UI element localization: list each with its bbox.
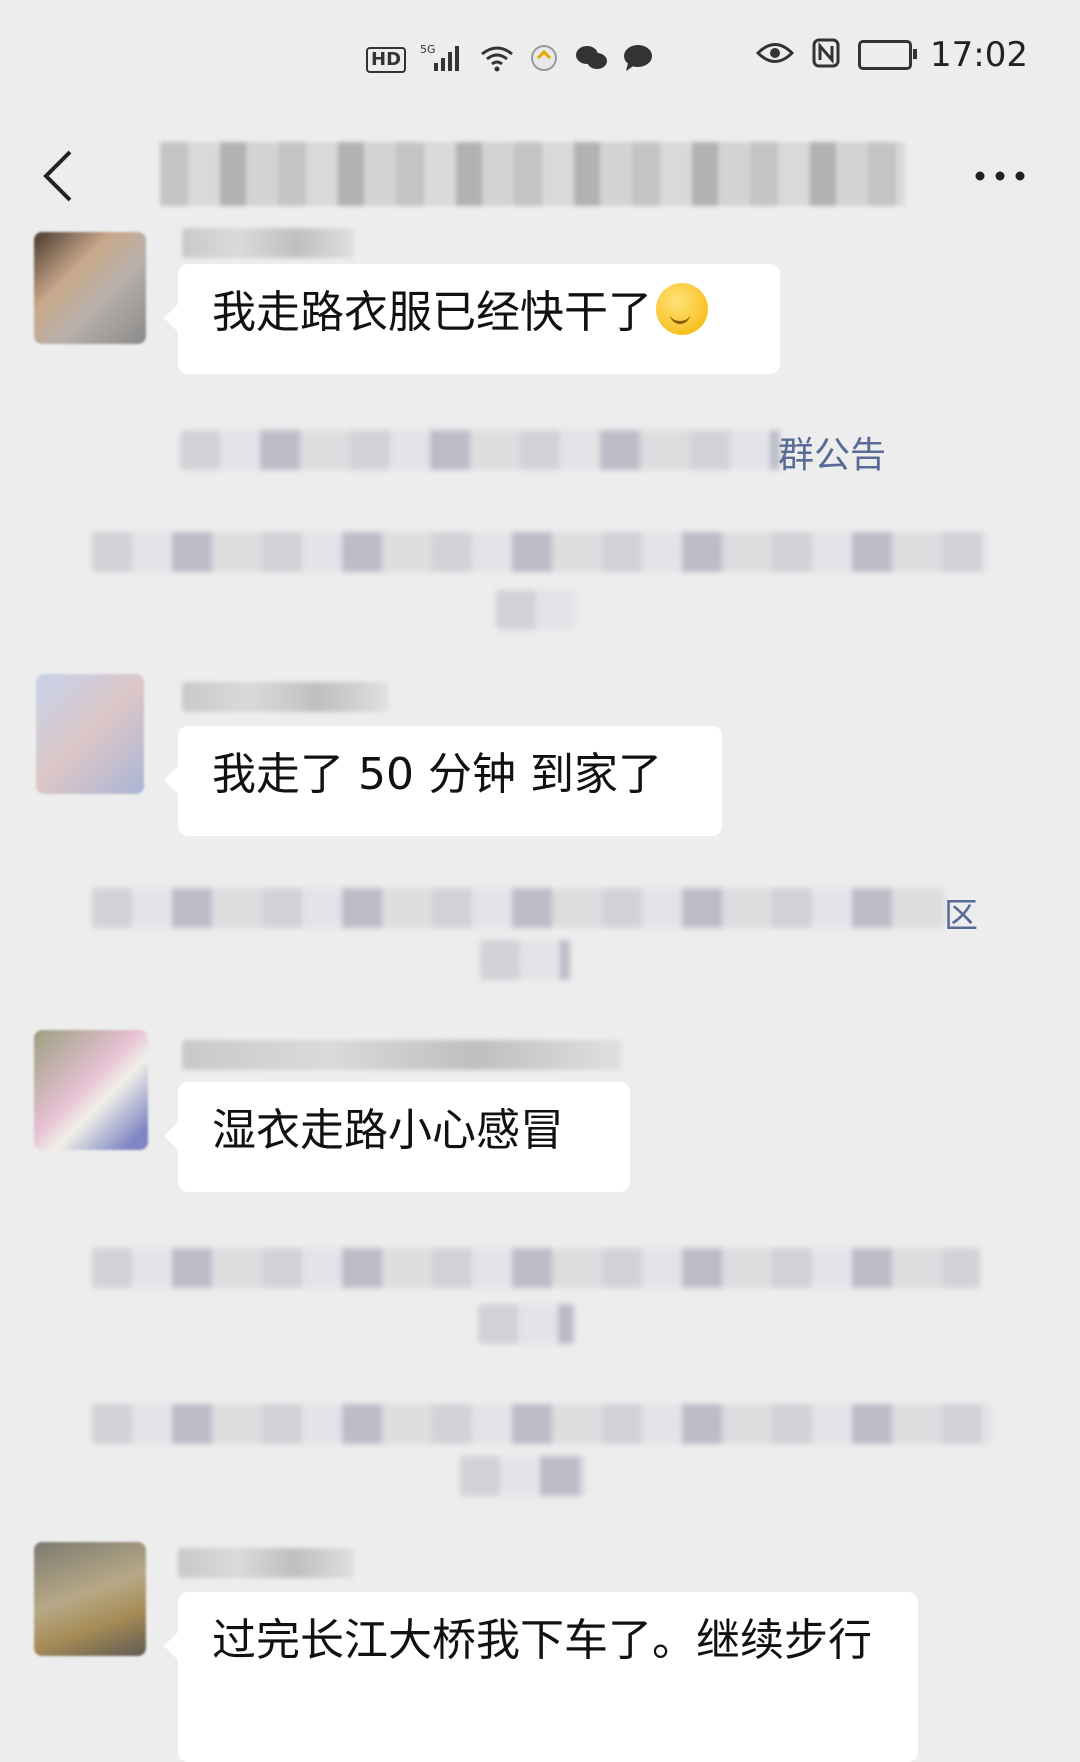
more-dots-icon[interactable]: [972, 166, 1028, 186]
message-text: 我走路衣服已经快干了: [212, 287, 652, 338]
system-notice-fragment: 区: [944, 896, 978, 936]
sender-name-redacted: [182, 228, 354, 258]
message-text: 我走了 50 分钟 到家了: [212, 749, 662, 800]
message-bubble[interactable]: 湿衣走路小心感冒: [164, 1082, 630, 1192]
wechat-icon: [574, 43, 608, 77]
avatar[interactable]: [36, 674, 144, 794]
status-bar: HD 5G 17:02: [0, 0, 1080, 120]
notification-icon: [528, 42, 560, 78]
avatar[interactable]: [34, 232, 146, 344]
hd-badge: HD: [366, 47, 407, 73]
thinking-face-icon: [656, 283, 708, 335]
system-notice-redacted: [460, 1456, 586, 1496]
message-bubble[interactable]: 我走了 50 分钟 到家了: [164, 726, 722, 836]
signal-icon: 5G: [420, 43, 466, 77]
system-notice-redacted: [92, 888, 944, 928]
status-time: 17:02: [930, 35, 1028, 75]
nfc-icon: [812, 38, 840, 72]
sender-name-redacted: [182, 1040, 622, 1070]
sender-name-redacted: [178, 1548, 354, 1578]
avatar[interactable]: [34, 1030, 148, 1150]
system-notice-redacted: [92, 1248, 980, 1288]
status-right: 17:02: [755, 35, 1028, 75]
avatar[interactable]: [34, 1542, 146, 1656]
message-bubble[interactable]: 过完长江大桥我下车了。继续步行: [164, 1592, 918, 1762]
chat-header: [0, 120, 1080, 230]
eye-icon: [755, 40, 795, 70]
system-notice-redacted: [478, 1304, 574, 1344]
message-text: 湿衣走路小心感冒: [212, 1105, 564, 1156]
chat-title-redacted: [160, 142, 905, 206]
chevron-left-icon[interactable]: [38, 148, 78, 204]
system-notice-redacted: [480, 940, 570, 980]
battery-icon: [858, 40, 918, 70]
system-notice-redacted: [496, 590, 576, 630]
system-notice-redacted: [92, 1404, 992, 1444]
sender-name-redacted: [182, 682, 388, 712]
message-text: 过完长江大桥我下车了。继续步行: [212, 1615, 872, 1666]
message-bubble[interactable]: 我走路衣服已经快干了: [164, 264, 780, 374]
system-notice-redacted: [92, 532, 988, 572]
status-icons: HD 5G: [366, 42, 654, 78]
svg-text:5G: 5G: [420, 43, 436, 56]
system-notice-redacted: [180, 430, 780, 470]
announcement-link[interactable]: 群公告: [778, 426, 886, 478]
message-icon: [622, 43, 654, 77]
wifi-icon: [480, 44, 514, 76]
